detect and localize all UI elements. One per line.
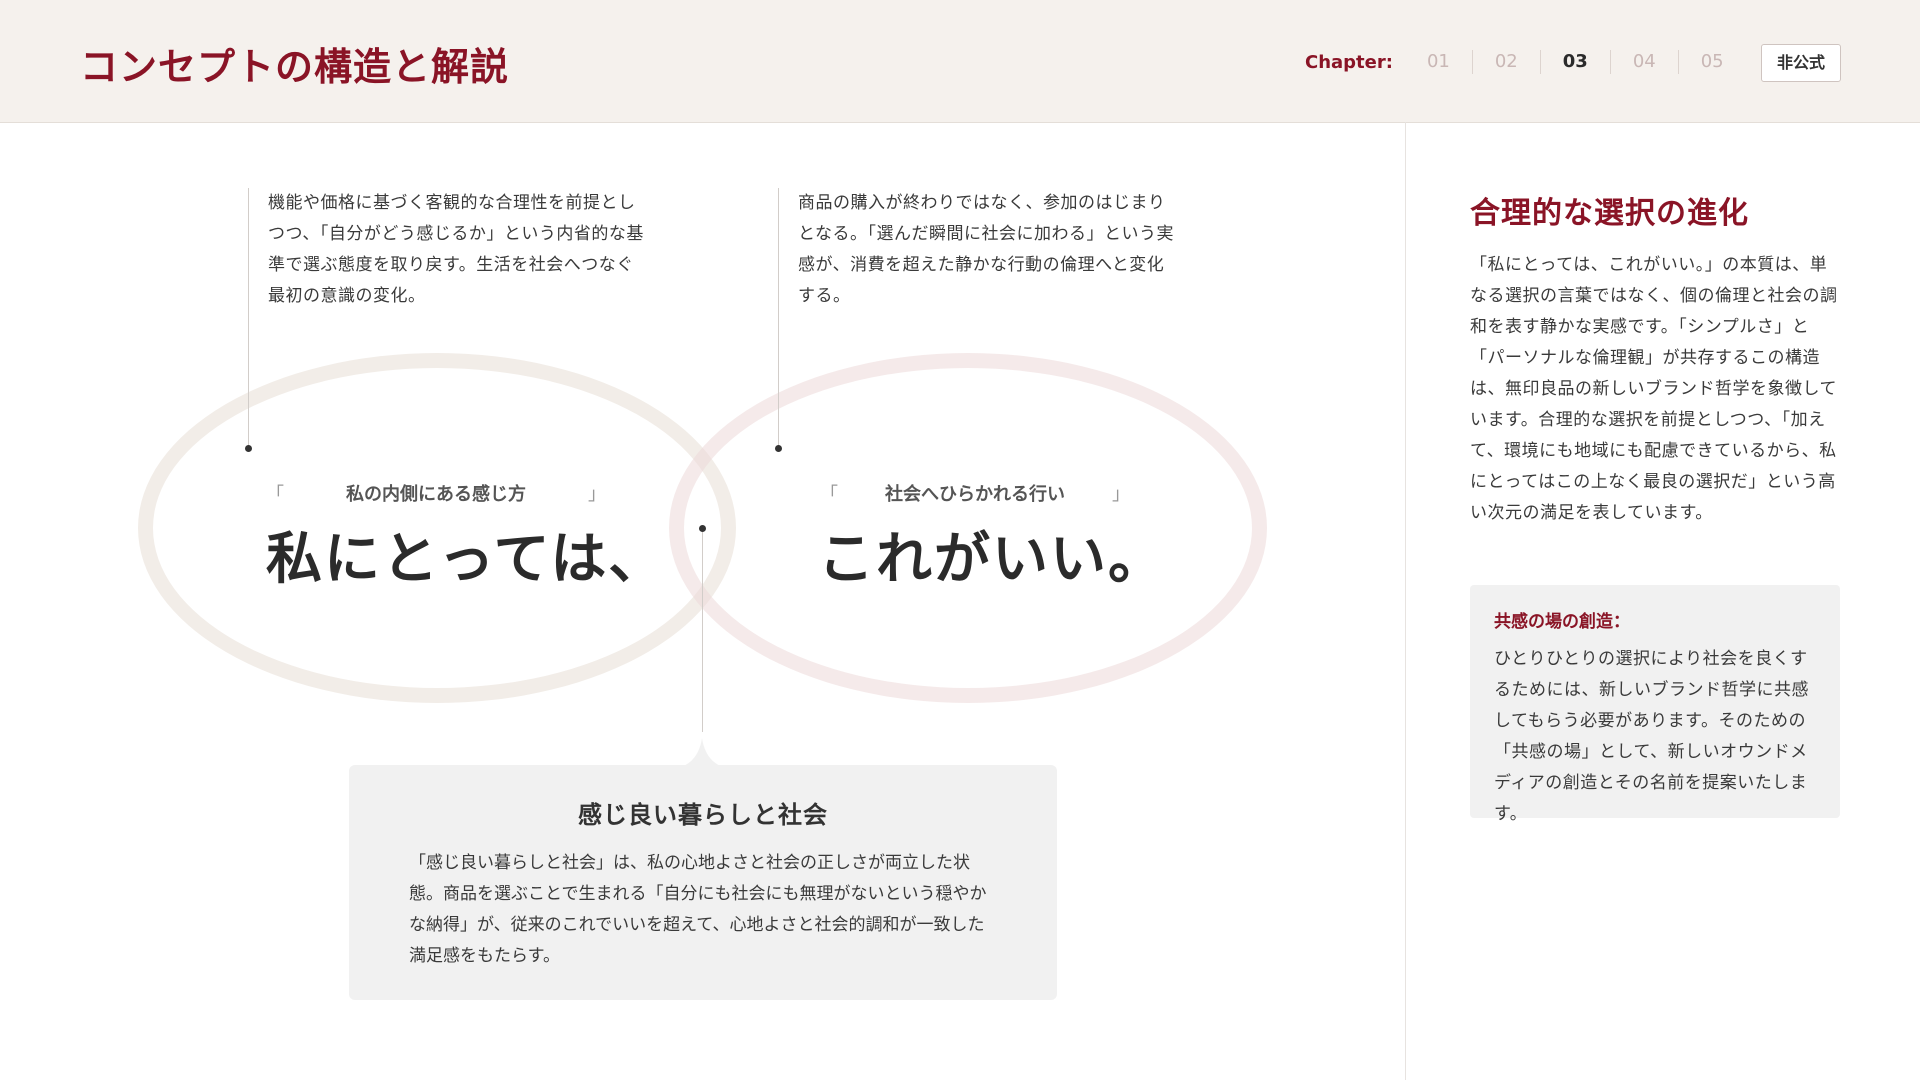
left-bracket-close: 」 bbox=[588, 484, 606, 505]
chapter-04-link[interactable]: 04 bbox=[1611, 50, 1679, 74]
left-bracket-open: 「 bbox=[266, 484, 284, 505]
right-bracket-close: 」 bbox=[1112, 484, 1130, 505]
center-leader-dot bbox=[699, 525, 706, 532]
sidebar-heading: 合理的な選択の進化 bbox=[1470, 196, 1749, 231]
left-description: 機能や価格に基づく客観的な合理性を前提としつつ、「自分がどう感じるか」という内省… bbox=[268, 193, 644, 306]
intersection-text: 「感じ良い暮らしと社会」は、私の心地よさと社会の正しさが両立した状態。商品を選ぶ… bbox=[409, 853, 987, 966]
chapter-label: Chapter: bbox=[1305, 51, 1393, 73]
intersection-callout: 感じ良い暮らしと社会 「感じ良い暮らしと社会」は、私の心地よさと社会の正しさが両… bbox=[349, 765, 1057, 1000]
sidebar-text: 「私にとっては、これがいい。」の本質は、単なる選択の言葉ではなく、個の倫理と社会… bbox=[1470, 255, 1838, 523]
chapter-05-link[interactable]: 05 bbox=[1679, 50, 1746, 74]
left-leader-line bbox=[248, 188, 249, 448]
sidebar-note-box: 共感の場の創造： ひとりひとりの選択により社会を良くするためには、新しいブランド… bbox=[1470, 585, 1840, 824]
page-title: コンセプトの構造と解説 bbox=[80, 45, 510, 89]
column-divider bbox=[1405, 122, 1406, 1080]
intersection-title: 感じ良い暮らしと社会 bbox=[578, 801, 828, 829]
right-label-text: 社会へひらかれる行い bbox=[885, 484, 1065, 505]
sidebar-note-text: ひとりひとりの選択により社会を良くするためには、新しいブランド哲学に共感してもら… bbox=[1494, 649, 1809, 824]
chapter-01-link[interactable]: 01 bbox=[1405, 50, 1473, 74]
left-leader-dot bbox=[245, 445, 252, 452]
right-bracket-open: 「 bbox=[820, 484, 838, 505]
right-leader-dot bbox=[775, 445, 782, 452]
left-sub-label: 「 私の内側にある感じ方 」 bbox=[266, 480, 606, 506]
right-sub-label: 「 社会へひらかれる行い 」 bbox=[820, 480, 1130, 506]
sidebar-note-title: 共感の場の創造： bbox=[1494, 612, 1630, 632]
right-leader-line bbox=[778, 188, 779, 448]
chapter-02-link[interactable]: 02 bbox=[1473, 50, 1541, 74]
right-headline: これがいい。 bbox=[818, 527, 1166, 592]
left-label-text: 私の内側にある感じ方 bbox=[346, 484, 526, 505]
chapter-03-link[interactable]: 03 bbox=[1541, 50, 1611, 74]
unofficial-badge: 非公式 bbox=[1761, 44, 1841, 82]
chapter-nav: Chapter: 01 02 03 04 05 bbox=[1305, 50, 1746, 74]
header-bar: コンセプトの構造と解説 Chapter: 01 02 03 04 05 非公式 bbox=[0, 0, 1920, 123]
right-description: 商品の購入が終わりではなく、参加のはじまりとなる。「選んだ瞬間に社会に加わる」と… bbox=[798, 193, 1174, 306]
callout-notch bbox=[672, 738, 732, 768]
center-leader-line bbox=[702, 532, 703, 732]
left-headline: 私にとっては、 bbox=[266, 527, 667, 592]
